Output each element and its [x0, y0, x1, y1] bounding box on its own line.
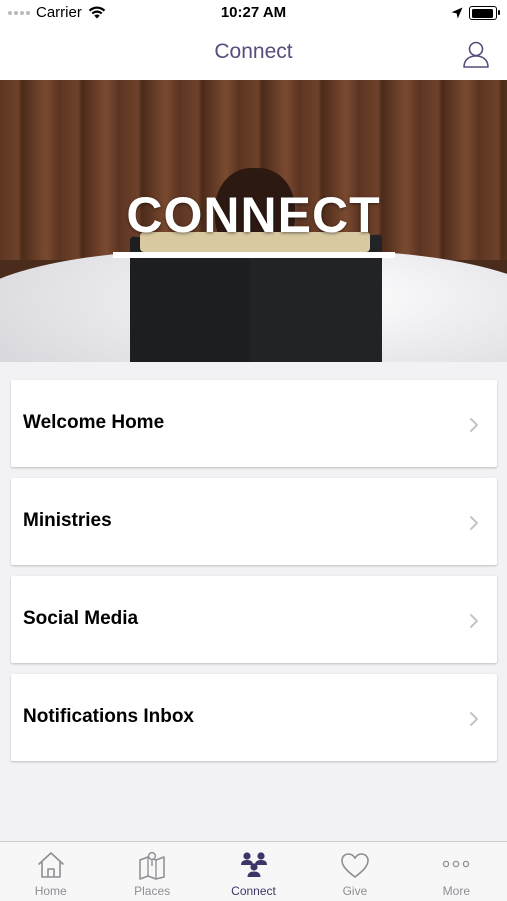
connect-menu-list: Welcome Home Ministries Social Media Not…	[11, 380, 497, 772]
list-item-notifications-inbox[interactable]: Notifications Inbox	[11, 674, 497, 761]
status-time: 10:27 AM	[220, 4, 287, 21]
status-bar: Carrier 10:27 AM	[0, 0, 507, 28]
tab-home[interactable]: Home	[0, 842, 101, 901]
people-icon	[240, 852, 267, 877]
list-item-social-media[interactable]: Social Media	[11, 576, 497, 663]
house-icon	[37, 852, 64, 878]
tab-connect[interactable]: Connect	[203, 842, 304, 901]
location-arrow-icon	[451, 7, 463, 19]
list-item-ministries[interactable]: Ministries	[11, 478, 497, 565]
chevron-right-icon	[470, 614, 478, 628]
status-right	[451, 6, 500, 20]
tab-label: Home	[34, 884, 67, 898]
tab-label: Places	[134, 884, 171, 898]
navigation-bar: Connect	[0, 28, 507, 80]
hero-title: CONNECT	[126, 187, 381, 243]
tab-more[interactable]: More	[406, 842, 507, 901]
profile-icon[interactable]	[461, 39, 491, 69]
map-icon	[139, 851, 165, 880]
tab-bar: Home Places Connect Give More	[0, 841, 507, 901]
list-item-welcome-home[interactable]: Welcome Home	[11, 380, 497, 467]
tab-label: Give	[342, 884, 368, 898]
list-item-label: Notifications Inbox	[23, 706, 194, 727]
chevron-right-icon	[470, 712, 478, 726]
chevron-right-icon	[470, 516, 478, 530]
heart-icon	[341, 853, 369, 878]
chevron-right-icon	[470, 418, 478, 432]
battery-icon	[469, 6, 500, 20]
hero-banner: CONNECT	[0, 80, 507, 362]
page-title: Connect	[214, 40, 293, 63]
list-item-label: Welcome Home	[23, 412, 165, 433]
tab-label: Connect	[231, 884, 276, 898]
more-icon	[443, 860, 470, 868]
hero-underline	[113, 252, 395, 258]
tab-label: More	[442, 884, 470, 898]
tab-places[interactable]: Places	[101, 842, 202, 901]
list-item-label: Ministries	[23, 510, 112, 531]
list-item-label: Social Media	[23, 608, 139, 629]
tab-give[interactable]: Give	[304, 842, 405, 901]
